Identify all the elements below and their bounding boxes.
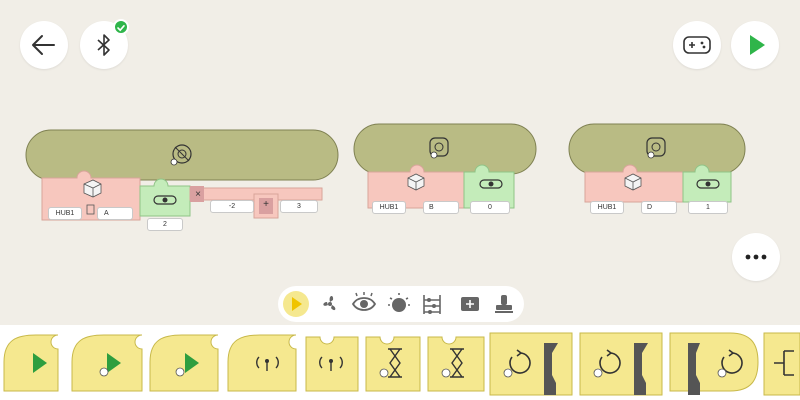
controller-button[interactable] xyxy=(673,21,721,69)
speed-value-input[interactable]: 0 xyxy=(470,201,510,214)
eye-icon xyxy=(351,292,377,311)
hub-label[interactable]: HUB1 xyxy=(590,201,624,214)
block-stack-1[interactable] xyxy=(24,128,344,240)
play-icon xyxy=(750,35,765,55)
repeat-forever-block[interactable] xyxy=(669,332,759,395)
broadcast-send-block[interactable] xyxy=(305,336,359,392)
back-button[interactable] xyxy=(20,21,68,69)
wait-timer-block[interactable] xyxy=(365,336,421,392)
port-selector[interactable]: D xyxy=(641,201,677,214)
repeat-until-block[interactable] xyxy=(579,332,663,396)
operator-times-symbol: × xyxy=(195,189,201,200)
start-block[interactable] xyxy=(3,334,59,392)
connected-badge xyxy=(113,19,129,35)
branch-block[interactable] xyxy=(763,332,800,396)
port-selector[interactable]: A xyxy=(97,207,133,220)
more-dots-icon xyxy=(745,254,767,260)
operand-a-input[interactable]: -2 xyxy=(210,200,254,213)
operand-b-input[interactable]: 3 xyxy=(280,200,318,213)
light-icon xyxy=(388,293,410,312)
speed-value-input[interactable]: 1 xyxy=(688,201,728,214)
start-on-condition-block[interactable] xyxy=(71,334,143,392)
start-on-condition-advanced-block[interactable] xyxy=(149,334,219,392)
motor-icon xyxy=(407,173,425,191)
motor-icon xyxy=(624,173,642,191)
run-button[interactable] xyxy=(731,21,779,69)
hub-label[interactable]: HUB1 xyxy=(372,201,406,214)
speed-value-input[interactable]: 2 xyxy=(147,218,183,231)
category-operators[interactable] xyxy=(416,286,448,322)
category-light[interactable] xyxy=(382,286,414,322)
back-arrow-icon xyxy=(32,35,55,55)
play-category-icon xyxy=(283,291,309,317)
hub-label[interactable]: HUB1 xyxy=(48,207,82,220)
category-more[interactable] xyxy=(488,286,520,322)
sound-block-icon xyxy=(461,297,479,311)
category-motors[interactable] xyxy=(314,286,346,322)
hat-block[interactable] xyxy=(25,129,339,181)
checkmark-icon xyxy=(117,25,125,32)
more-button[interactable] xyxy=(732,233,780,281)
hub-port-icon xyxy=(86,204,95,215)
broadcast-receive-block[interactable] xyxy=(227,334,297,392)
wait-until-block[interactable] xyxy=(427,336,485,392)
hat-block[interactable] xyxy=(353,123,537,175)
category-sensors[interactable] xyxy=(348,286,380,322)
port-selector[interactable]: B xyxy=(423,201,459,214)
repeat-count-block[interactable] xyxy=(489,332,573,396)
hat-block[interactable] xyxy=(568,123,746,175)
stamp-icon xyxy=(495,295,513,313)
abacus-icon xyxy=(423,295,441,314)
block-tray-blocks xyxy=(3,332,800,396)
fan-icon xyxy=(323,296,336,311)
operator-plus-symbol: + xyxy=(263,199,269,210)
gamepad-icon xyxy=(683,36,711,54)
motor-icon xyxy=(83,179,102,198)
category-sound[interactable] xyxy=(454,286,486,322)
category-palette xyxy=(278,286,524,322)
category-events[interactable] xyxy=(280,286,312,322)
